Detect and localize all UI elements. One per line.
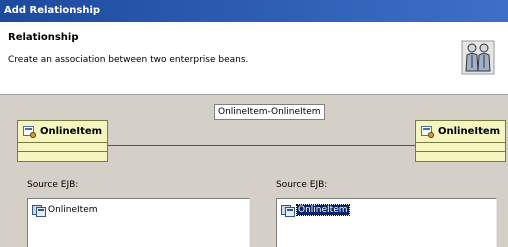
left-bean-header: OnlineItem [18,121,107,143]
bean-icon [421,126,434,138]
right-bean-name: OnlineItem [438,126,501,137]
list-item[interactable]: OnlineItem [31,204,98,217]
page-title: Relationship [8,32,79,43]
window-title: Add Relationship [4,5,101,16]
people-icon [461,40,495,75]
left-bean-name: OnlineItem [40,126,103,137]
right-source-ejb-label: Source EJB: [276,180,328,190]
relationship-connector [108,145,416,146]
left-bean-row [18,152,107,161]
left-bean-row [18,143,107,152]
page-description: Create an association between two enterp… [8,55,249,65]
list-item-label: OnlineItem [296,204,350,216]
right-bean-row [416,152,505,161]
right-bean-header: OnlineItem [416,121,505,143]
list-item-label: OnlineItem [48,205,98,215]
right-bean-box[interactable]: OnlineItem [415,120,506,162]
left-bean-box[interactable]: OnlineItem [17,120,108,162]
window-titlebar: Add Relationship [0,0,508,22]
right-bean-row [416,143,505,152]
wizard-header: Relationship Create an association betwe… [0,22,508,95]
list-item-selected[interactable]: OnlineItem [280,204,350,217]
left-source-ejb-list[interactable]: OnlineItem [27,198,250,247]
bean-icon [23,126,36,138]
relationship-label[interactable]: OnlineItem-OnlineItem [214,104,325,120]
ejb-module-icon [32,205,46,217]
left-source-ejb-label: Source EJB: [27,180,79,190]
right-source-ejb-list[interactable]: OnlineItem [276,198,497,247]
ejb-module-icon [281,205,295,217]
